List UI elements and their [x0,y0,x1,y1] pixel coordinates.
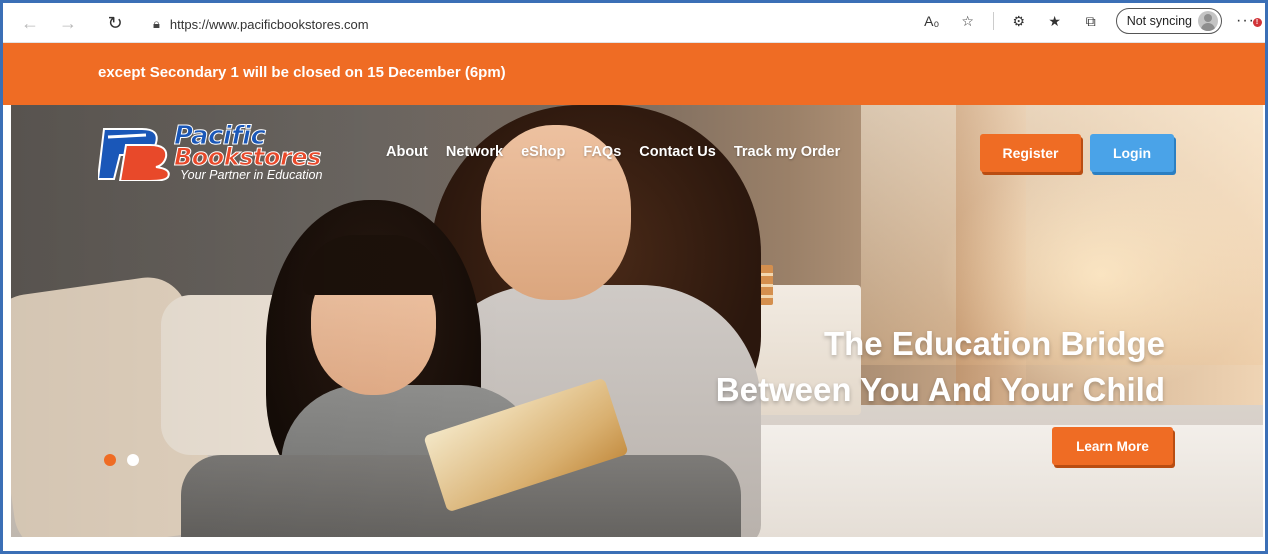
hero-headline-line1: The Education Bridge [823,325,1165,362]
announcement-text: except Secondary 1 will be closed on 15 … [98,64,506,81]
carousel-dot-2[interactable] [127,454,139,466]
notification-badge: ! [1253,18,1262,27]
refresh-icon[interactable]: ↻ [100,8,130,38]
favorites-icon[interactable]: ★ [1044,8,1066,34]
logo-tagline: Your Partner in Education [180,168,323,182]
profile-icon [1198,11,1219,31]
pb-logo-icon [98,128,170,181]
back-icon[interactable]: ← [15,8,45,38]
hero-headline: The Education Bridge Between You And You… [716,321,1165,413]
carousel-dots [104,454,139,466]
add-favorite-icon[interactable]: ☆ [957,8,979,34]
nav-item-faqs[interactable]: FAQs [583,144,621,160]
browser-actions: A₀ ☆ ⚙ ★ ⧉ Not syncing ···! [921,8,1262,34]
carousel-dot-1[interactable] [104,454,116,466]
address-bar[interactable]: 🔒︎ https://www.pacificbookstores.com [153,13,369,35]
browser-window: ← → ↻ 🔒︎ https://www.pacificbookstores.c… [0,0,1268,554]
url-text[interactable]: https://www.pacificbookstores.com [170,17,369,32]
nav-item-about[interactable]: About [386,144,428,160]
profile-sync-button[interactable]: Not syncing [1115,8,1223,34]
register-button[interactable]: Register [980,134,1081,172]
site-logo[interactable]: Pacific Bookstores Your Partner in Educa… [98,121,338,187]
more-icon[interactable]: ···! [1236,12,1262,30]
learn-more-button[interactable]: Learn More [1052,427,1173,465]
collections-icon[interactable]: ⧉ [1080,8,1102,34]
announcement-bar: except Secondary 1 will be closed on 15 … [3,43,1265,105]
nav-item-contact-us[interactable]: Contact Us [639,144,716,160]
nav-item-track-order[interactable]: Track my Order [734,144,840,160]
sync-label: Not syncing [1126,14,1193,28]
nav-item-network[interactable]: Network [446,144,503,160]
hero-headline-line2: Between You And Your Child [715,371,1165,408]
logo-name-line2: Bookstores [174,143,322,171]
toolbar-divider [992,12,994,30]
nav-item-eshop[interactable]: eShop [521,144,565,160]
browser-toolbar: ← → ↻ 🔒︎ https://www.pacificbookstores.c… [3,3,1265,43]
extensions-icon[interactable]: ⚙ [1008,8,1030,34]
login-button[interactable]: Login [1090,134,1174,172]
read-aloud-icon[interactable]: A₀ [921,8,943,34]
forward-icon[interactable]: → [53,8,83,38]
main-nav: About Network eShop FAQs Contact Us Trac… [386,144,840,160]
site-info-icon[interactable]: 🔒︎ [153,16,160,32]
